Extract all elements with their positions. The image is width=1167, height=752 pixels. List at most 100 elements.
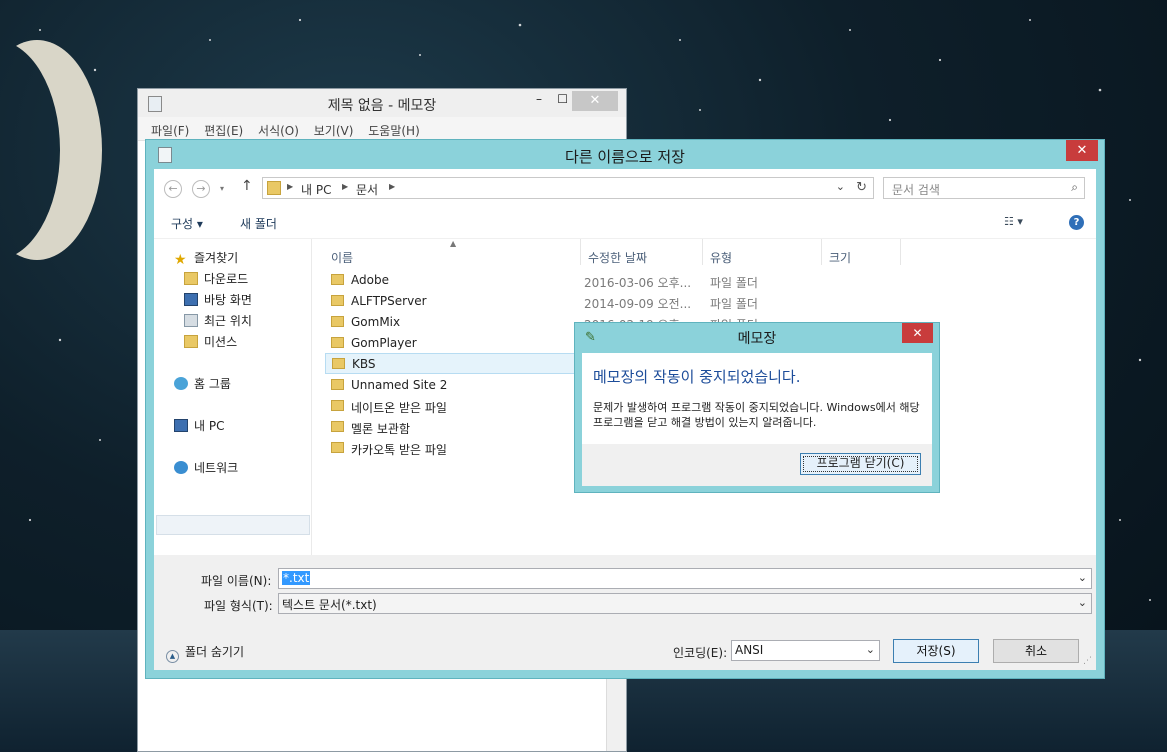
encoding-select[interactable]: ANSI ⌄ [731,640,880,661]
minimize-icon[interactable]: – [536,92,542,106]
back-arrow-icon[interactable]: ← [164,180,182,198]
filetype-select[interactable]: 텍스트 문서(*.txt) ⌄ [278,593,1092,614]
new-folder-button[interactable]: 새 폴더 [240,215,277,232]
computer-icon [174,419,188,432]
close-icon[interactable]: ✕ [572,91,618,111]
breadcrumb-documents[interactable]: 문서 [356,181,378,198]
menu-help[interactable]: 도움말(H) [368,124,420,138]
nav-downloads[interactable]: 다운로드 [184,270,248,287]
file-date: 2014-09-09 오전... [584,297,692,311]
breadcrumb-this-pc[interactable]: 내 PC [301,181,331,198]
list-item-selected[interactable]: KBS [325,353,585,374]
menu-view[interactable]: 보기(V) [314,124,354,138]
chevron-down-icon[interactable]: ⌄ [1078,596,1087,609]
chevron-right-icon[interactable]: ▶ [342,182,348,191]
nav-homegroup[interactable]: 홈 그룹 [174,375,231,392]
maximize-icon[interactable]: ☐ [557,92,568,106]
help-icon[interactable]: ? [1069,215,1084,230]
star-icon: ★ [174,252,187,268]
menu-file[interactable]: 파일(F) [151,124,189,138]
column-type[interactable]: 유형 [710,249,732,266]
nav-favorites[interactable]: ★ 즐겨찾기 [174,249,238,268]
nav-recent[interactable]: 최근 위치 [184,312,252,329]
chevron-up-icon: ▲ [166,650,179,663]
nav-selection-highlight [156,515,310,535]
nav-this-pc[interactable]: 내 PC [174,417,224,434]
recent-icon [184,314,198,327]
save-options-panel: 파일 이름(N): *.txt ⌄ 파일 형식(T): 텍스트 문서(*.txt… [154,555,1096,670]
save-button[interactable]: 저장(S) [893,639,979,663]
close-icon[interactable]: ✕ [902,323,933,343]
column-modified[interactable]: 수정한 날짜 [588,249,647,266]
folder-icon [331,400,344,411]
encoding-label: 인코딩(E): [673,646,728,660]
menu-edit[interactable]: 편집(E) [204,124,243,138]
file-type: 파일 폴더 [710,297,758,311]
nav-desktop[interactable]: 바탕 화면 [184,291,252,308]
search-placeholder: 문서 검색 [892,183,940,197]
address-row: ← → ▾ ↑ ▶ 내 PC ▶ 문서 ▶ ⌄ ↻ 문서 검색 ⌕ [154,169,1096,207]
folder-icon [331,442,344,453]
folder-icon [331,295,344,306]
list-item[interactable]: Unnamed Site 2 [325,375,585,396]
up-arrow-icon[interactable]: ↑ [241,178,253,194]
filename-label: 파일 이름(N): [201,574,272,588]
error-dialog-title: 메모장 [737,331,777,347]
address-bar[interactable]: ▶ 내 PC ▶ 문서 ▶ ⌄ ↻ [262,177,874,199]
hide-folders-toggle[interactable]: ▲ 폴더 숨기기 [166,643,244,663]
network-icon [174,461,188,474]
dialog-toolbar: 구성 ▾ 새 폴더 ☷ ▾ ? [154,207,1096,239]
folder-icon [184,335,198,348]
list-item[interactable]: GomMix [325,312,585,333]
error-dialog: ✎ 메모장 ✕ 메모장의 작동이 중지되었습니다. 문제가 발생하여 프로그램 … [574,322,940,493]
chevron-down-icon[interactable]: ⌄ [1078,571,1087,584]
close-program-button[interactable]: 프로그램 닫기(C) [800,453,921,475]
folder-icon [331,316,344,327]
refresh-icon[interactable]: ↻ [856,180,867,195]
chevron-right-icon[interactable]: ▶ [287,182,293,191]
forward-arrow-icon[interactable]: → [192,180,210,198]
folder-icon [332,358,345,369]
search-icon[interactable]: ⌕ [1071,180,1078,195]
homegroup-icon [174,377,188,390]
list-item[interactable]: GomPlayer [325,333,585,354]
error-heading: 메모장의 작동이 중지되었습니다. [593,368,801,386]
folder-icon [331,337,344,348]
filename-input[interactable]: *.txt ⌄ [278,568,1092,589]
save-dialog-titlebar[interactable]: 다른 이름으로 저장 ✕ [146,140,1104,169]
organize-button[interactable]: 구성 ▾ [171,215,203,232]
cancel-button[interactable]: 취소 [993,639,1079,663]
menu-format[interactable]: 서식(O) [258,124,299,138]
notepad-title: 제목 없음 - 메모장 [327,98,437,114]
folder-icon [331,379,344,390]
column-divider[interactable] [900,239,901,265]
resize-grip[interactable]: ⋰ [1083,656,1092,666]
column-divider[interactable] [821,239,822,265]
list-item[interactable]: ALFTPServer [325,291,585,312]
list-item[interactable]: 네이트온 받은 파일 [325,396,585,417]
column-name[interactable]: 이름 [331,249,353,266]
search-input[interactable]: 문서 검색 ⌕ [883,177,1085,199]
folder-icon [184,272,198,285]
list-item[interactable]: 멜론 보관함 [325,417,585,438]
recent-locations-icon[interactable]: ▾ [220,184,224,193]
list-item[interactable]: Adobe [325,270,585,291]
sort-ascending-icon: ▲ [450,239,457,248]
folder-icon [331,421,344,432]
close-icon[interactable]: ✕ [1066,140,1098,161]
monitor-icon [184,293,198,306]
chevron-down-icon[interactable]: ⌄ [866,643,875,656]
error-message: 문제가 발생하여 프로그램 작동이 중지되었습니다. Windows에서 해당 … [593,401,920,429]
view-options-icon[interactable]: ☷ ▾ [1004,215,1023,228]
navigation-pane: ★ 즐겨찾기 다운로드 바탕 화면 최근 위치 미션스 홈 그룹 내 PC 네트워… [154,239,312,555]
column-divider[interactable] [702,239,703,265]
list-item[interactable]: 카카오톡 받은 파일 [325,438,585,459]
chevron-down-icon[interactable]: ⌄ [836,180,845,193]
column-size[interactable]: 크기 [829,249,851,266]
file-type: 파일 폴더 [710,276,758,290]
nav-missions[interactable]: 미션스 [184,333,237,350]
nav-network[interactable]: 네트워크 [174,459,238,476]
notepad-titlebar[interactable]: 제목 없음 - 메모장 – ☐ ✕ [138,89,626,117]
column-divider[interactable] [580,239,581,265]
chevron-right-icon[interactable]: ▶ [389,182,395,191]
